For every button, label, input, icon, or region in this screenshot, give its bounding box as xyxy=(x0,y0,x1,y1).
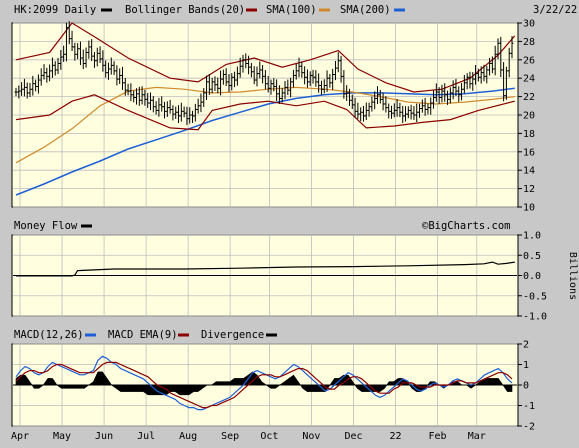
month-label: Oct xyxy=(260,431,278,442)
y-tick-label: 14 xyxy=(523,166,535,177)
y-tick-label: -1.0 xyxy=(523,312,547,323)
stock-chart: 10 12 14 16 18 20 22 24 26 28 30 HK:2099 Daily Bol… xyxy=(0,0,579,444)
y-tick-label: 12 xyxy=(523,184,535,195)
y-tick-label: 24 xyxy=(523,74,535,85)
y-tick-label: 28 xyxy=(523,37,535,48)
y-tick-label: -1 xyxy=(523,401,535,412)
month-label: Aug xyxy=(179,431,197,442)
legend-divergence: Divergence xyxy=(201,329,264,341)
y-tick-label: 10 xyxy=(523,203,535,214)
y-tick-label: -2 xyxy=(523,422,535,433)
y-tick-label: -0.5 xyxy=(523,291,547,302)
macd-panel: 2 1 0 -1 -2 MACD(12,26) MACD EMA(9) Divergen… xyxy=(11,329,535,433)
legend-macd-ema: MACD EMA(9) xyxy=(108,329,178,341)
y-tick-label: 18 xyxy=(523,129,535,140)
price-panel: 10 12 14 16 18 20 22 24 26 28 30 HK:2099 Daily Bol… xyxy=(11,4,577,214)
chart-svg: 1012141618202224262830 HK:2099 Daily Bol… xyxy=(0,0,579,444)
y-tick-label: 20 xyxy=(523,111,535,122)
money-flow-y-label: Billions xyxy=(567,252,578,300)
date-label: 3/22/22 xyxy=(533,4,577,16)
legend-symbol: HK:2099 Daily xyxy=(14,4,96,16)
month-label: Jun xyxy=(95,431,113,442)
y-tick-label: 16 xyxy=(523,147,535,158)
y-tick-label: 22 xyxy=(523,92,535,103)
month-label: 22 xyxy=(389,431,401,442)
y-tick-label: 0 xyxy=(523,381,529,392)
legend-money-flow: Money Flow xyxy=(14,220,78,232)
month-label: Jul xyxy=(137,431,155,442)
y-tick-label: 0.5 xyxy=(523,251,541,262)
legend-macd: MACD(12,26) xyxy=(14,329,84,341)
legend-bollinger: Bollinger Bands(20) xyxy=(125,4,245,16)
y-tick-label: 1 xyxy=(523,360,529,371)
month-label: Feb xyxy=(429,431,447,442)
y-tick-label: 0.0 xyxy=(523,271,541,282)
y-tick-label: 2 xyxy=(523,340,529,351)
legend-sma200: SMA(200) xyxy=(340,4,391,16)
legend-sma100: SMA(100) xyxy=(266,4,317,16)
month-label: Sep xyxy=(221,431,239,442)
month-label: Nov xyxy=(302,431,320,442)
y-tick-label: 26 xyxy=(523,55,535,66)
month-label: Mar xyxy=(468,431,486,442)
watermark: ©BigCharts.com xyxy=(422,220,511,232)
month-label: Dec xyxy=(344,431,362,442)
y-tick-label: 30 xyxy=(523,19,535,30)
y-tick-label: 1.0 xyxy=(523,231,541,242)
month-label: Apr xyxy=(11,431,29,442)
money-flow-panel: 1.0 0.5 0.0 -0.5 -1.0 Money Flow ©BigCharts.… xyxy=(11,220,578,323)
month-label: May xyxy=(53,431,71,442)
